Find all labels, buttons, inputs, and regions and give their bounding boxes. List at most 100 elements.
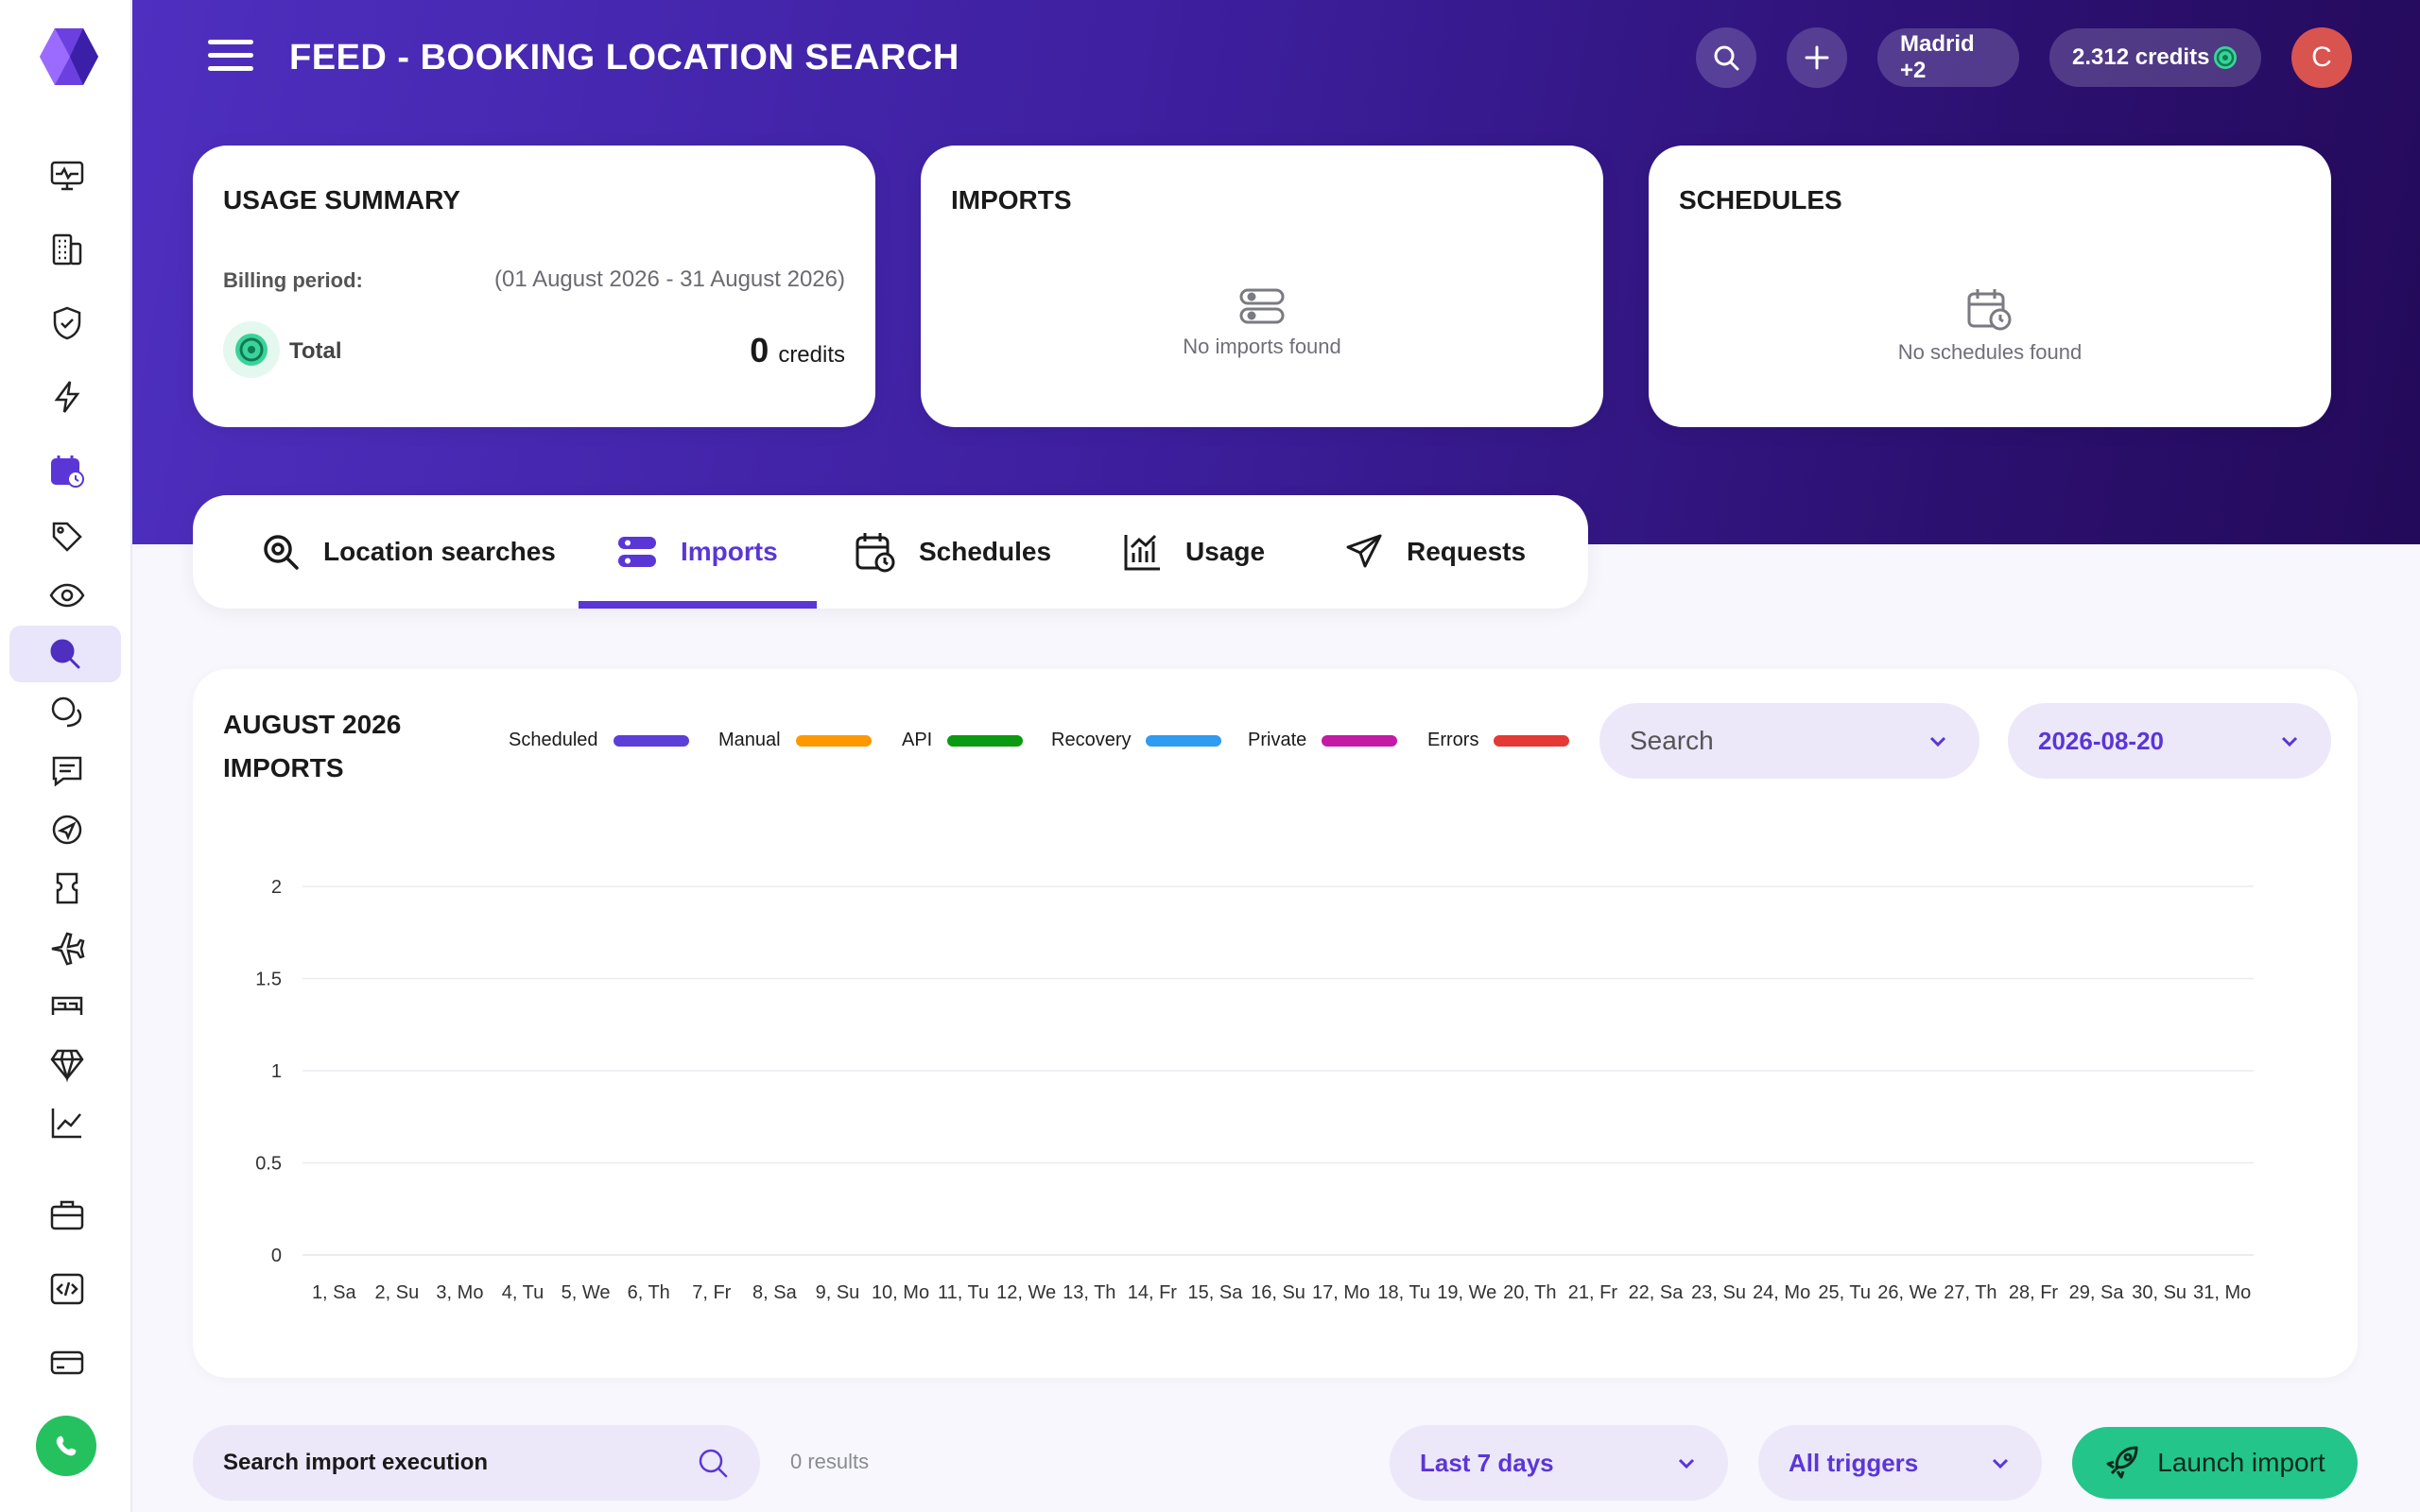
tab-schedules[interactable]: Schedules bbox=[855, 495, 1051, 609]
x-tick-label: 2, Su bbox=[375, 1282, 420, 1303]
x-tick-label: 4, Tu bbox=[502, 1282, 544, 1303]
credits-pill[interactable]: 2.312 credits bbox=[2049, 28, 2261, 87]
eye-icon[interactable] bbox=[34, 571, 100, 620]
usage-summary-card: USAGE SUMMARY Billing period: (01 August… bbox=[193, 146, 875, 427]
location-selector[interactable]: Madrid +2 bbox=[1877, 28, 2019, 87]
imports-line-chart: 0 0.5 1 1.5 2 1, Sa 2, Su 3, Mo 4, Tu 5, We 6, Th 7… bbox=[255, 877, 2254, 1303]
imports-card: IMPORTS No imports found bbox=[921, 146, 1603, 427]
credits-label: 2.312 credits bbox=[2072, 44, 2210, 70]
x-tick-label: 5, We bbox=[562, 1282, 611, 1303]
code-icon[interactable] bbox=[34, 1264, 100, 1314]
page-title: FEED - BOOKING LOCATION SEARCH bbox=[289, 38, 959, 77]
x-tick-label: 19, We bbox=[1437, 1282, 1496, 1303]
shield-check-icon[interactable] bbox=[34, 299, 100, 348]
import-execution-search-input[interactable]: Search import execution bbox=[193, 1425, 760, 1501]
x-tick-label: 8, Sa bbox=[752, 1282, 798, 1303]
tab-label: Schedules bbox=[919, 537, 1052, 566]
x-tick-label: 3, Mo bbox=[436, 1282, 483, 1303]
bed-icon[interactable] bbox=[34, 981, 100, 1030]
x-tick-label: 20, Th bbox=[1503, 1282, 1556, 1303]
x-tick-label: 12, We bbox=[996, 1282, 1056, 1303]
airplane-icon[interactable] bbox=[34, 922, 100, 971]
avatar[interactable]: C bbox=[2291, 27, 2352, 88]
credit-card-icon[interactable] bbox=[34, 1338, 100, 1387]
message-icon[interactable] bbox=[34, 747, 100, 796]
tab-label: Usage bbox=[1185, 537, 1266, 566]
imports-card-title: IMPORTS bbox=[951, 185, 1072, 215]
x-tick-label: 14, Fr bbox=[1128, 1282, 1178, 1303]
x-tick-label: 30, Su bbox=[2132, 1282, 2187, 1303]
ticket-icon[interactable] bbox=[34, 864, 100, 913]
imports-empty-text: No imports found bbox=[1183, 335, 1341, 358]
y-tick-label: 1.5 bbox=[255, 970, 282, 990]
y-tick-label: 0 bbox=[271, 1246, 282, 1266]
header-search-button[interactable] bbox=[1696, 27, 1756, 88]
monitor-icon[interactable] bbox=[34, 151, 100, 200]
x-tick-label: 22, Sa bbox=[1629, 1282, 1685, 1303]
results-count: 0 results bbox=[790, 1450, 870, 1473]
dropdown-label: Last 7 days bbox=[1420, 1448, 1554, 1477]
plus-icon bbox=[1805, 45, 1829, 70]
period-dropdown[interactable]: Last 7 days bbox=[1390, 1425, 1728, 1501]
tab-usage[interactable]: Usage bbox=[1123, 495, 1265, 609]
x-tick-label: 28, Fr bbox=[2009, 1282, 2059, 1303]
x-tick-label: 16, Su bbox=[1251, 1282, 1305, 1303]
x-tick-label: 18, Tu bbox=[1377, 1282, 1430, 1303]
imports-empty-state: No imports found bbox=[921, 287, 1603, 359]
navigation-icon[interactable] bbox=[34, 805, 100, 854]
app-logo[interactable] bbox=[36, 28, 102, 85]
x-tick-label: 29, Sa bbox=[2069, 1282, 2125, 1303]
tab-label: Requests bbox=[1407, 537, 1527, 566]
y-tick-label: 0.5 bbox=[255, 1154, 282, 1175]
x-tick-label: 15, Sa bbox=[1188, 1282, 1244, 1303]
billing-period-value: (01 August 2026 - 31 August 2026) bbox=[494, 266, 845, 292]
location-search-icon bbox=[264, 535, 299, 570]
schedules-card-title: SCHEDULES bbox=[1679, 185, 1842, 215]
total-label: Total bbox=[289, 338, 342, 364]
schedules-icon bbox=[856, 533, 895, 573]
x-tick-label: 25, Tu bbox=[1818, 1282, 1871, 1303]
x-tick-label: 23, Su bbox=[1691, 1282, 1746, 1303]
x-tick-label: 9, Su bbox=[816, 1282, 860, 1303]
briefcase-icon[interactable] bbox=[34, 1191, 100, 1240]
building-icon[interactable] bbox=[34, 225, 100, 274]
diamond-icon[interactable] bbox=[34, 1040, 100, 1089]
calendar-clock-icon[interactable] bbox=[34, 446, 100, 495]
chat-bubbles-icon[interactable] bbox=[34, 688, 100, 737]
header-add-button[interactable] bbox=[1787, 27, 1847, 88]
x-tick-label: 21, Fr bbox=[1568, 1282, 1618, 1303]
hamburger-menu-icon[interactable] bbox=[208, 40, 253, 77]
x-tick-label: 11, Tu bbox=[938, 1282, 989, 1303]
lightning-icon[interactable] bbox=[34, 372, 100, 421]
search-icon bbox=[1714, 45, 1739, 71]
billing-period-label: Billing period: bbox=[223, 268, 363, 292]
dropdown-label: All triggers bbox=[1789, 1448, 1919, 1477]
search-nav-icon[interactable] bbox=[9, 626, 121, 682]
tab-label: Location searches bbox=[323, 537, 556, 566]
trending-chart-icon[interactable] bbox=[34, 1098, 100, 1147]
search-icon bbox=[699, 1449, 728, 1478]
schedules-empty-text: No schedules found bbox=[1897, 340, 2083, 364]
y-tick-label: 2 bbox=[271, 877, 282, 898]
paper-plane-icon bbox=[1346, 534, 1382, 568]
whatsapp-icon[interactable] bbox=[36, 1416, 96, 1476]
x-tick-label: 10, Mo bbox=[872, 1282, 929, 1303]
chevron-down-icon bbox=[1992, 1458, 2009, 1469]
schedules-empty-state: No schedules found bbox=[1649, 287, 2331, 365]
imports-icon bbox=[618, 537, 656, 567]
x-tick-label: 24, Mo bbox=[1753, 1282, 1810, 1303]
x-tick-label: 6, Th bbox=[628, 1282, 670, 1303]
tab-location-searches[interactable]: Location searches bbox=[261, 495, 556, 609]
coin-icon bbox=[2214, 46, 2237, 69]
tab-imports[interactable]: Imports bbox=[616, 495, 778, 609]
x-tick-label: 13, Th bbox=[1063, 1282, 1115, 1303]
total-credits: 0 credits bbox=[750, 331, 845, 370]
usage-chart-icon bbox=[1124, 534, 1160, 571]
tag-icon[interactable] bbox=[34, 512, 100, 561]
search-placeholder: Search import execution bbox=[223, 1450, 489, 1475]
tab-label: Imports bbox=[681, 537, 778, 566]
launch-import-button[interactable]: Launch import bbox=[2072, 1427, 2358, 1499]
x-tick-label: 27, Th bbox=[1944, 1282, 1996, 1303]
trigger-dropdown[interactable]: All triggers bbox=[1758, 1425, 2042, 1501]
tab-requests[interactable]: Requests bbox=[1344, 495, 1526, 609]
